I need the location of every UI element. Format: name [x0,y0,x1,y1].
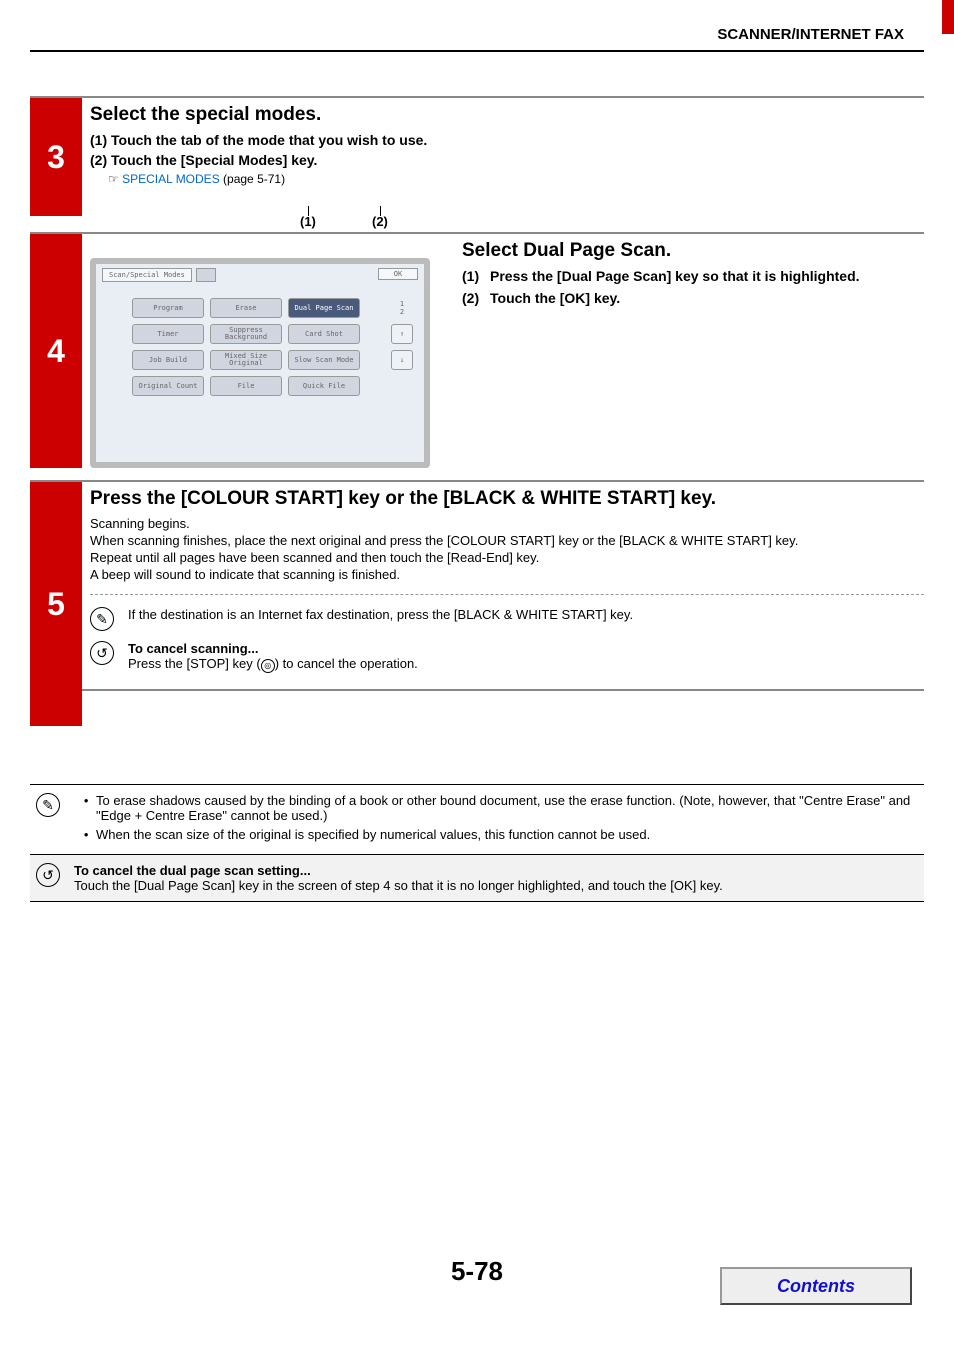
step-number-4: 4 [30,234,82,468]
callout-line-2 [380,206,381,216]
bottom-note-2-title: To cancel the dual page scan setting... [74,863,723,878]
step4-sub2-num: (2) [462,290,490,306]
step-5: 5 Press the [COLOUR START] key or the [B… [30,480,924,691]
mode-quick-file[interactable]: Quick File [288,376,360,396]
scroll-up-button[interactable]: ↑ [391,324,413,344]
tab-secondary[interactable] [196,268,216,282]
mode-program[interactable]: Program [132,298,204,318]
crossref-page: (page 5-71) [220,172,285,186]
step3-crossref: ☞ SPECIAL MODES (page 5-71) [108,172,924,186]
bottom-note-2-body: Touch the [Dual Page Scan] key in the sc… [74,878,723,893]
touchscreen-panel: Scan/Special Modes OK Program Erase Dual… [90,258,430,468]
note2-body-b: ) to cancel the operation. [275,656,418,671]
bottom-note-1b: When the scan size of the original is sp… [92,827,924,842]
note2-body-a: Press the [STOP] key ( [128,656,261,671]
page-indicator: 1 2 [391,298,413,318]
stop-key-icon: ◎ [261,659,275,673]
step3-sub1: (1) Touch the tab of the mode that you w… [90,132,924,148]
rule-bottom [30,901,924,902]
pencil-note-icon: ✎ [90,607,114,631]
pointing-hand-icon: ☞ [108,172,119,186]
undo-note-icon: ↺ [36,863,60,887]
step5-body3: Repeat until all pages have been scanned… [90,550,924,565]
mode-dual-page-scan[interactable]: Dual Page Scan [288,298,360,318]
pencil-note-icon: ✎ [36,793,60,817]
callout-2: (2) [372,214,388,229]
special-modes-grid: Program Erase Dual Page Scan Timer Suppr… [132,298,360,396]
step5-note2-title: To cancel scanning... [128,641,418,656]
mode-job-build[interactable]: Job Build [132,350,204,370]
bottom-notes: ✎ To erase shadows caused by the binding… [30,784,924,902]
step4-heading: Select Dual Page Scan. [462,240,924,262]
mode-timer[interactable]: Timer [132,324,204,344]
mode-mixed-size-original[interactable]: Mixed Size Original [210,350,282,370]
step5-body4: A beep will sound to indicate that scann… [90,567,924,582]
step4-sub2-text: Touch the [OK] key. [490,290,620,306]
brand-red-bar [942,0,954,34]
callout-1: (1) [300,214,316,229]
dotted-divider [90,594,924,595]
mode-original-count[interactable]: Original Count [132,376,204,396]
step3-heading: Select the special modes. [90,104,924,126]
ok-button[interactable]: OK [378,268,418,280]
step-4: 4 (1) (2) Scan/Special Modes OK P [30,232,924,474]
step-number-3: 3 [30,98,82,216]
mode-erase[interactable]: Erase [210,298,282,318]
step4-sub1-num: (1) [462,268,490,284]
step-3: 3 Select the special modes. (1) Touch th… [30,96,924,192]
undo-note-icon: ↺ [90,641,114,665]
step5-body1: Scanning begins. [90,516,924,531]
step-number-5: 5 [30,482,82,726]
step5-note1: If the destination is an Internet fax de… [128,607,633,622]
mode-card-shot[interactable]: Card Shot [288,324,360,344]
step5-body2: When scanning finishes, place the next o… [90,533,924,548]
mode-slow-scan-mode[interactable]: Slow Scan Mode [288,350,360,370]
mode-suppress-background[interactable]: Suppress Background [210,324,282,344]
special-modes-link[interactable]: SPECIAL MODES [122,172,220,186]
bottom-note-1a: To erase shadows caused by the binding o… [92,793,924,823]
section-title: SCANNER/INTERNET FAX [717,26,904,43]
step3-sub2: (2) Touch the [Special Modes] key. [90,152,924,168]
mode-file[interactable]: File [210,376,282,396]
tab-scan-special-modes[interactable]: Scan/Special Modes [102,268,192,282]
header-rule [30,50,924,52]
step5-bottom-rule [30,689,924,691]
contents-button[interactable]: Contents [720,1267,912,1305]
step4-sub1-text: Press the [Dual Page Scan] key so that i… [490,268,860,284]
step5-heading: Press the [COLOUR START] key or the [BLA… [90,488,924,510]
callout-line-1 [308,206,309,216]
scroll-down-button[interactable]: ↓ [391,350,413,370]
step5-note2-body: Press the [STOP] key (◎) to cancel the o… [128,656,418,673]
